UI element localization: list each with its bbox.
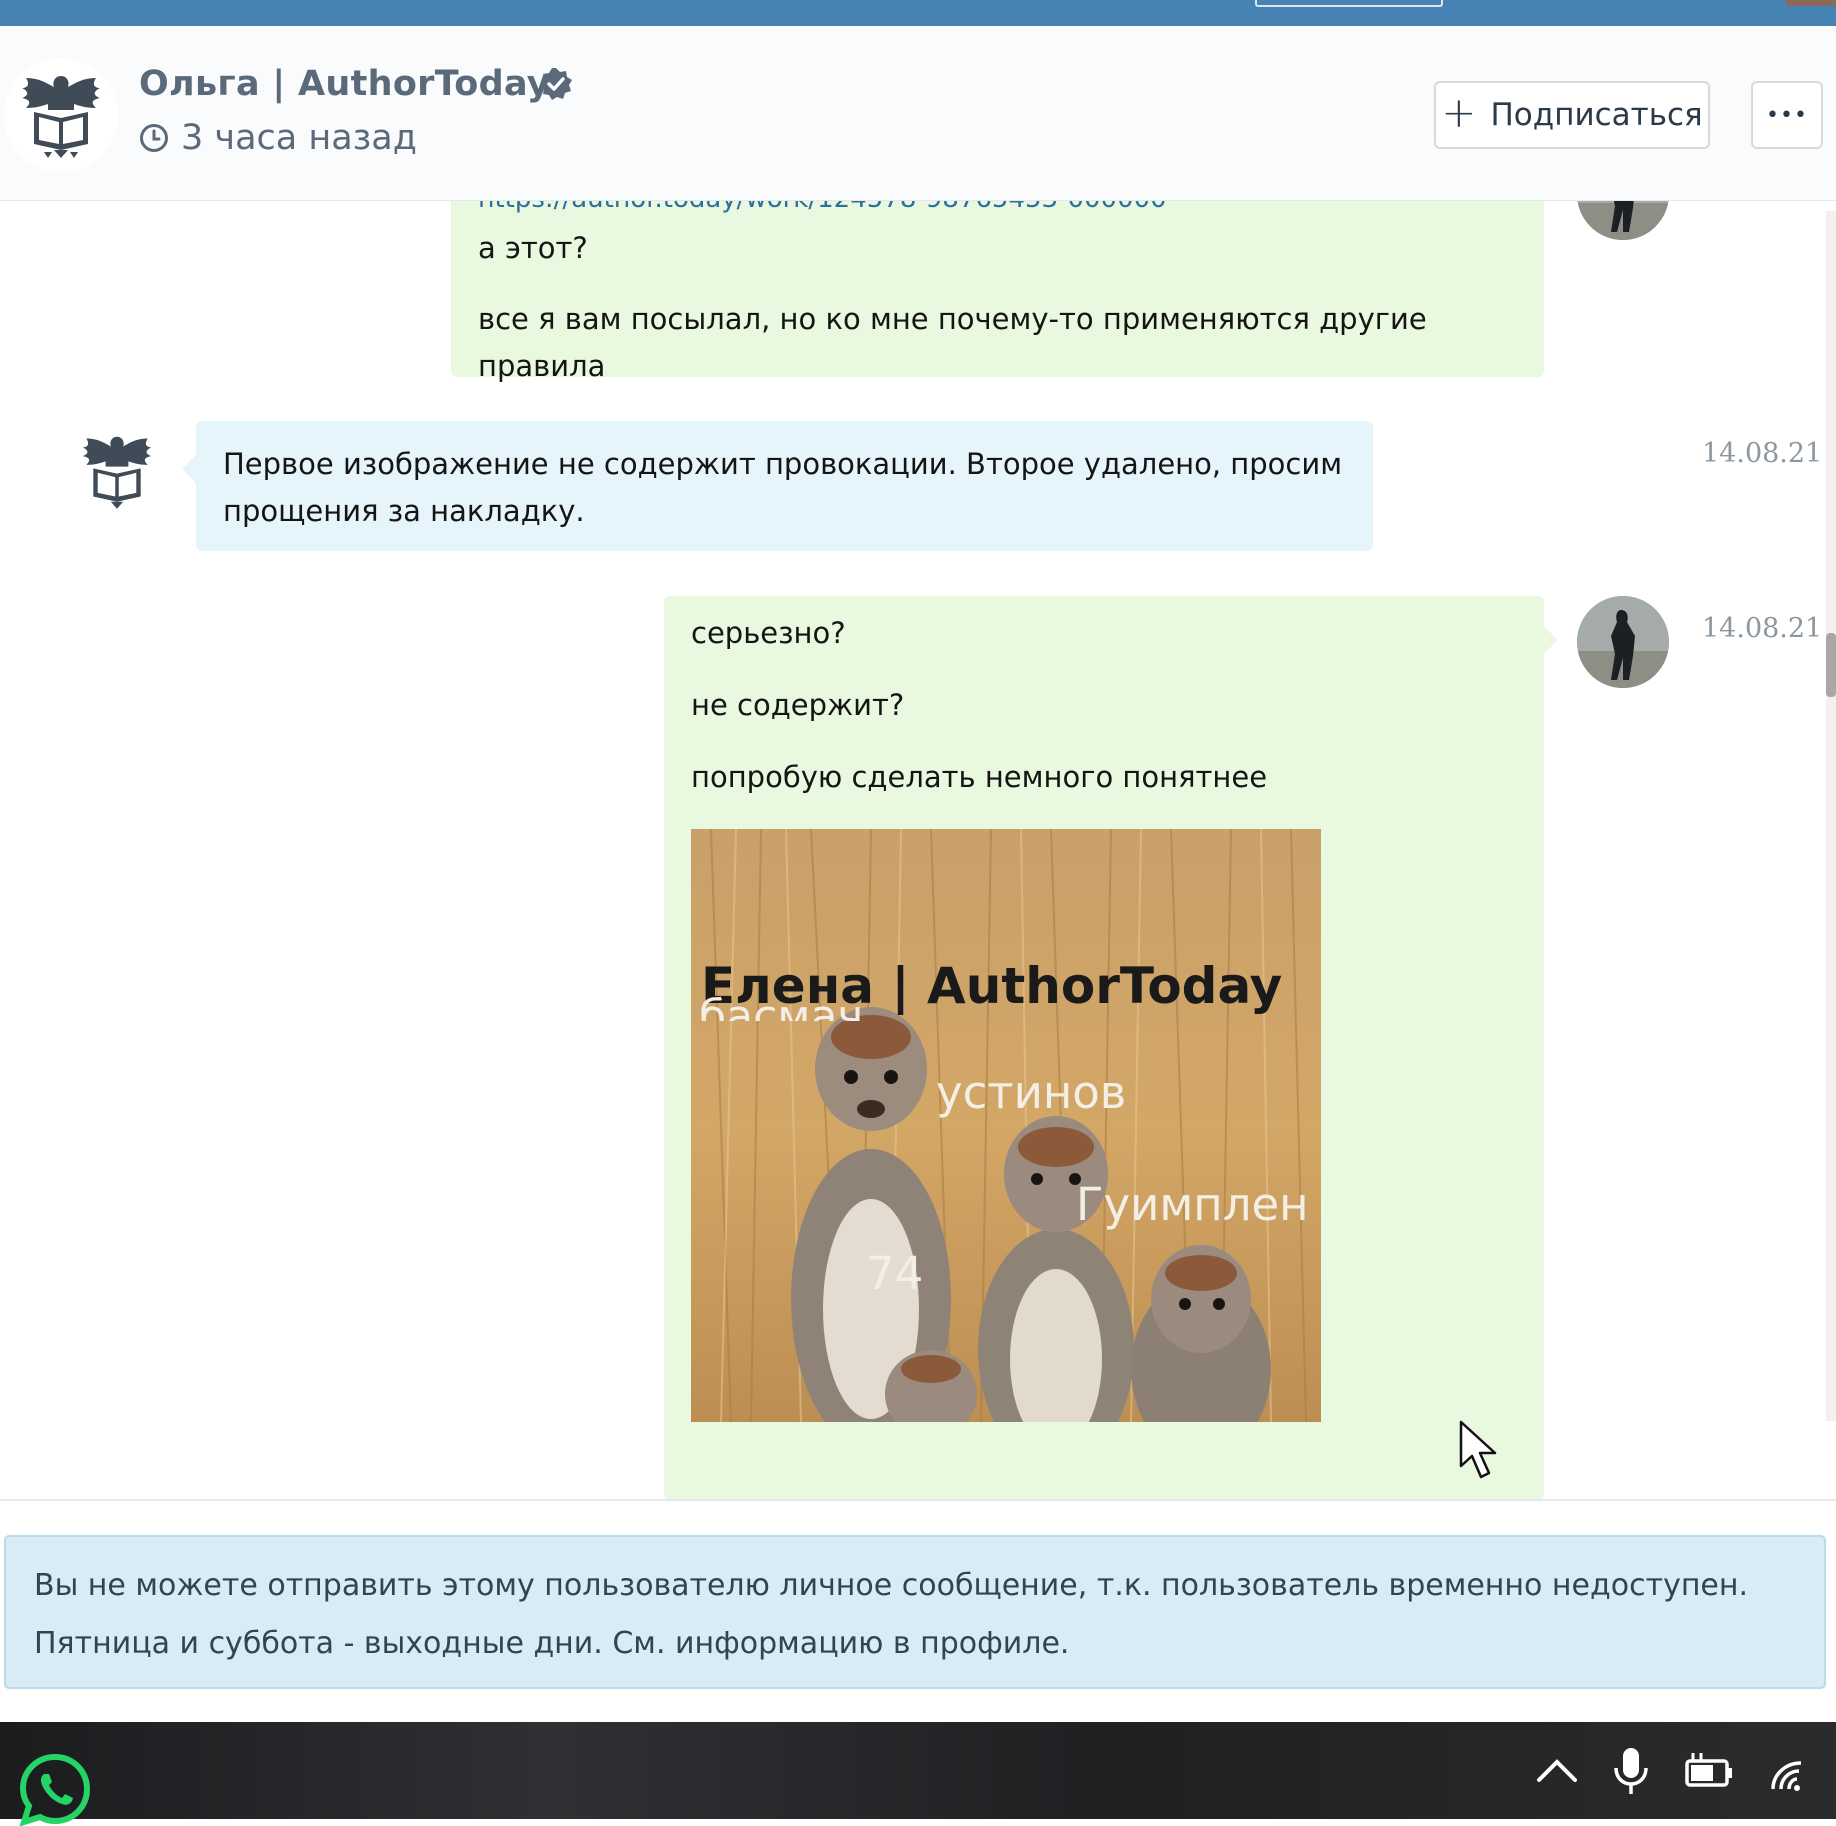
- subscribe-button[interactable]: + Подписаться: [1434, 81, 1710, 149]
- account-avatar[interactable]: [1786, 0, 1836, 6]
- image-label: басмач: [699, 991, 864, 1021]
- chat-header: Ольга | AuthorToday 3 часа назад + Подпи…: [0, 26, 1836, 201]
- message-image-attachment[interactable]: Елена | AuthorToday басмач устинов Гуимп…: [691, 829, 1321, 1422]
- last-seen-text: 3 часа назад: [181, 118, 417, 158]
- message-text: Первое изображение не содержит провокаци…: [223, 447, 1343, 528]
- chat-scrollbar-thumb[interactable]: [1826, 633, 1836, 697]
- plus-icon: +: [1441, 88, 1477, 137]
- microphone-icon[interactable]: [1611, 1746, 1651, 1796]
- message-line: а этот?: [478, 231, 588, 265]
- system-tray: [1535, 1722, 1836, 1819]
- user-photo-icon: [1577, 596, 1669, 688]
- eagle-book-logo-icon: [82, 436, 152, 509]
- chat-scrollbar-track[interactable]: [1826, 211, 1836, 1421]
- message-line: не содержит?: [691, 688, 905, 722]
- bubble-tail: [182, 455, 196, 483]
- message-date: 14.08.21: [1702, 613, 1823, 644]
- message-bubble-incoming: Первое изображение не содержит провокаци…: [196, 421, 1373, 551]
- user-avatar[interactable]: [1577, 201, 1669, 240]
- verified-badge-icon: [540, 68, 572, 100]
- message-line: попробую сделать немного понятнее: [691, 760, 1268, 794]
- message-bubble-outgoing: https://author.today/work/124578-9876545…: [451, 201, 1544, 383]
- ground-squirrels-photo: [691, 829, 1321, 1422]
- search-box-edge[interactable]: [1255, 0, 1443, 7]
- messaging-unavailable-notice: Вы не можете отправить этому пользовател…: [4, 1535, 1826, 1689]
- message-line: все я вам посылал, но ко мне почему-то п…: [478, 302, 1427, 383]
- chevron-up-icon[interactable]: [1535, 1756, 1579, 1786]
- last-seen-row: 3 часа назад: [139, 118, 417, 158]
- more-dots-icon: •••: [1766, 102, 1808, 128]
- subscribe-label: Подписаться: [1490, 97, 1703, 133]
- message-date: 14.08.21: [1702, 438, 1823, 469]
- taskbar-apps: [18, 1722, 92, 1826]
- clock-icon: [140, 124, 168, 152]
- bubble-tail: [1544, 626, 1558, 654]
- composer-divider: [0, 1499, 1836, 1501]
- user-photo-icon: [1577, 201, 1669, 240]
- notice-line-2: Пятница и суббота - выходные дни. См. ин…: [34, 1626, 1070, 1661]
- browser-top-bar: [0, 0, 1836, 26]
- image-label: устинов: [936, 1066, 1127, 1119]
- mouse-cursor-icon: [1459, 1420, 1497, 1479]
- notice-line-1: Вы не можете отправить этому пользовател…: [34, 1568, 1749, 1603]
- battery-icon[interactable]: [1683, 1751, 1735, 1791]
- eagle-book-logo-icon: [5, 59, 117, 171]
- user-avatar[interactable]: [1577, 596, 1669, 688]
- author-avatar[interactable]: [4, 58, 118, 172]
- wifi-icon[interactable]: [1767, 1749, 1815, 1793]
- whatsapp-icon[interactable]: [18, 1752, 92, 1826]
- image-label: Гуимплен: [1076, 1178, 1309, 1231]
- author-name[interactable]: Ольга | AuthorToday: [139, 64, 550, 104]
- message-link[interactable]: https://author.today/work/124578-9876545…: [478, 201, 1517, 219]
- os-taskbar: [0, 1722, 1836, 1826]
- support-avatar[interactable]: [67, 421, 167, 521]
- message-line: серьезно?: [691, 616, 846, 650]
- image-label: 74: [866, 1247, 924, 1300]
- more-options-button[interactable]: •••: [1751, 81, 1823, 149]
